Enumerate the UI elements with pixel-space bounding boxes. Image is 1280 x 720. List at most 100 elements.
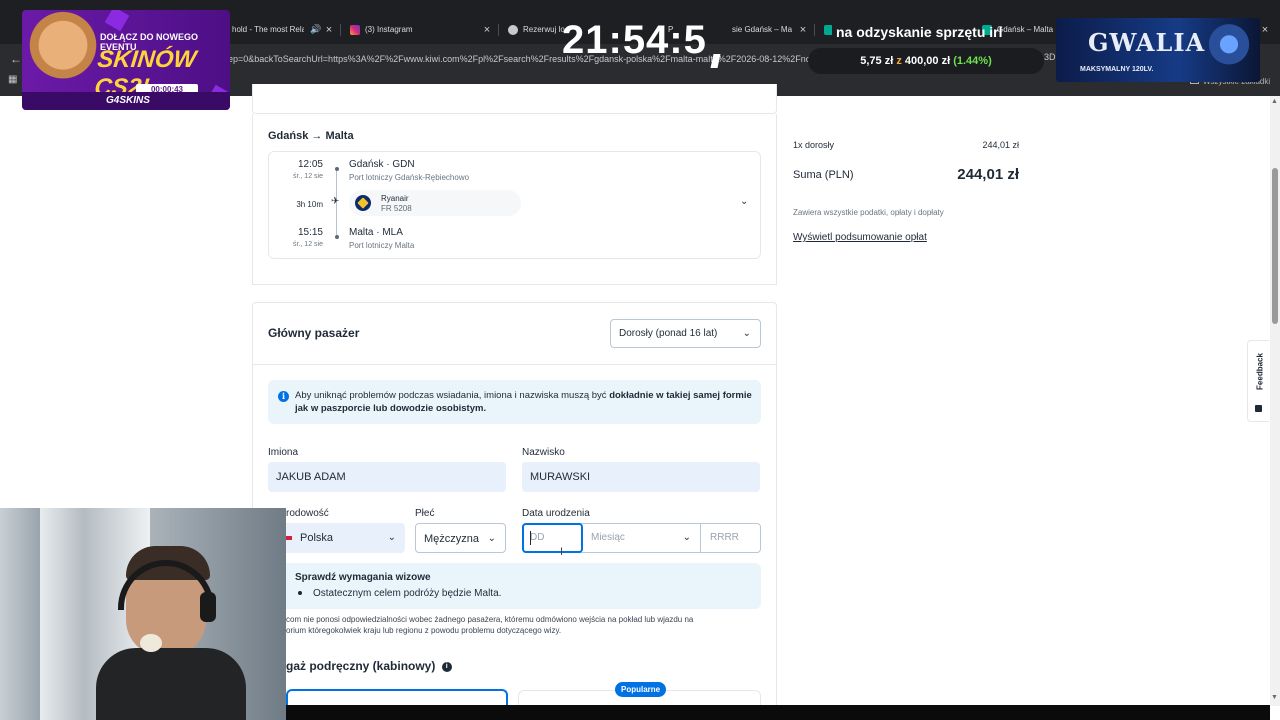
chevron-down-icon: ⌄ (487, 533, 496, 544)
tab-instagram[interactable]: (3) Instagram (350, 18, 470, 42)
donation-current: 5,75 zł (860, 55, 894, 67)
taxes-note: Zawiera wszystkie podatki, opłaty i dopł… (793, 208, 944, 217)
first-name-value: JAKUB ADAM (276, 471, 346, 483)
gender-value: Mężczyzna (424, 533, 480, 545)
dob-month-select[interactable]: Miesiąc ⌄ (583, 524, 701, 552)
tab-separator (814, 24, 815, 36)
text-caret (530, 531, 531, 545)
donation-progress: 5,75 zł z 400,00 zł (1.44%) (808, 48, 1044, 74)
total-label: Suma (PLN) (793, 169, 854, 181)
tab-title: Gdańsk – Malta (997, 25, 1054, 34)
bottom-black-bar (286, 705, 1270, 720)
flight-number: FR 5208 (381, 204, 412, 213)
globe-icon (508, 24, 518, 35)
flight-duration: 3h 10m (296, 200, 323, 209)
airline-chip: Ryanair FR 5208 (349, 190, 521, 216)
scrollbar-thumb[interactable] (1272, 168, 1278, 324)
chevron-down-icon: ⌄ (742, 328, 751, 339)
g4skins-promo-banner: DOŁĄCZ DO NOWEGO EVENTU SKINÓW CS2! 00:0… (22, 10, 230, 110)
poland-flag-icon (286, 536, 292, 541)
notice-text: Aby uniknąć problemów podczas wsiadania,… (295, 389, 755, 415)
tab-kiwi-small[interactable] (824, 18, 832, 42)
nationality-value: Polska (300, 532, 334, 544)
kiwi-icon (824, 24, 832, 35)
close-tab-icon[interactable]: × (481, 18, 493, 42)
ryanair-logo-icon (355, 195, 371, 211)
feedback-icon (1255, 405, 1262, 412)
card-border (776, 114, 777, 284)
plane-icon: ✈ (331, 196, 340, 207)
tab-title: hold - The most Rela (232, 25, 304, 34)
nationality-select[interactable]: Polska ⌄ (270, 523, 405, 553)
scroll-down-arrow-icon[interactable]: ▼ (1271, 694, 1278, 701)
total-price: 244,01 zł (957, 166, 1019, 183)
passenger-title: Główny pasażer (268, 326, 360, 340)
departure-date: śr., 12 sie (293, 173, 323, 180)
gwalia-title: GWALIA (1088, 28, 1206, 57)
dob-year-input[interactable]: RRRR (702, 524, 760, 552)
card-border (252, 284, 777, 285)
timeline-dot (335, 235, 339, 239)
route-title: Gdańsk → Malta (268, 130, 354, 142)
mouse-text-cursor-icon: I (560, 546, 564, 558)
chevron-down-icon: ⌄ (387, 532, 396, 543)
adult-price: 244,01 zł (982, 140, 1019, 150)
warrior-figure (1206, 24, 1252, 82)
last-name-label: Nazwisko (522, 447, 565, 458)
dob-day-placeholder: DD (530, 532, 545, 543)
promo-brand: G4SKINS (106, 95, 150, 106)
close-window-icon[interactable]: × (1259, 18, 1271, 42)
gwalia-subtitle: MAKSYMALNY 120LV. (1080, 66, 1154, 73)
dob-day-input[interactable]: DD (522, 523, 583, 553)
scroll-up-arrow-icon[interactable]: ▲ (1271, 98, 1278, 105)
card-border (252, 114, 253, 284)
dob-year-placeholder: RRRR (710, 532, 739, 543)
close-tab-icon[interactable]: × (323, 18, 335, 42)
notice-regular: Aby uniknąć problemów podczas wsiadania,… (295, 390, 610, 401)
arrival-date: śr., 12 sie (293, 241, 323, 248)
feedback-label: Feedback (1255, 353, 1265, 390)
food-item (140, 634, 162, 652)
tab-rezerwuj[interactable]: Rezerwuj lo (508, 18, 568, 42)
close-tab-icon[interactable]: × (797, 18, 809, 42)
bullet (298, 591, 302, 595)
baggage-title-text: gaż podręczny (kabinowy) (286, 659, 436, 673)
first-name-input[interactable]: JAKUB ADAM (268, 462, 506, 492)
person-torso (96, 648, 246, 720)
info-icon: i (441, 661, 452, 672)
dob-group: DD Miesiąc ⌄ RRRR (522, 523, 761, 553)
feedback-tab[interactable]: Feedback (1247, 340, 1269, 422)
departure-time: 12:05 (297, 159, 323, 170)
chevron-down-icon: ⌄ (682, 532, 691, 543)
popular-badge: Popularne (615, 682, 667, 697)
disclaimer-line2: orium któregokolwiek kraju lub regionu z… (286, 626, 562, 635)
passenger-type-select[interactable]: Dorosły (ponad 16 lat) ⌄ (610, 319, 761, 348)
name-notice: i Aby uniknąć problemów podczas wsiadani… (268, 380, 761, 424)
visa-title: Sprawdź wymagania wizowe (295, 572, 431, 583)
webcam-overlay (0, 508, 286, 720)
itinerary-card[interactable]: 12:05 śr., 12 sie Gdańsk · GDN Port lotn… (268, 151, 761, 259)
expand-itinerary-chevron-icon[interactable]: ⌄ (740, 196, 748, 207)
apps-grid-icon[interactable]: ▦ (8, 74, 17, 85)
last-name-input[interactable]: MURAWSKI (522, 462, 760, 492)
info-icon: i (278, 391, 289, 402)
instagram-icon (350, 24, 360, 35)
visa-item: Ostatecznym celem podróży będzie Malta. (313, 588, 502, 599)
arrival-time: 15:15 (297, 227, 323, 238)
donation-goal: 400,00 zł (904, 55, 951, 67)
fees-summary-link[interactable]: Wyświetl podsumowanie opłat (793, 232, 927, 243)
tab-title: sie Gdańsk – Ma (732, 25, 793, 34)
airline-name: Ryanair (381, 194, 409, 203)
tab-hold[interactable]: hold - The most Rela (232, 18, 304, 42)
tab-separator (340, 24, 341, 36)
donation-sep: z (896, 55, 902, 67)
speaker-icon: 🔊 (310, 24, 322, 34)
back-arrow-icon[interactable]: ← (10, 52, 22, 66)
gender-select[interactable]: Mężczyzna ⌄ (415, 523, 506, 553)
baggage-title: gaż podręczny (kabinowy) i (286, 659, 452, 673)
tab-gdansk-ma[interactable]: sie Gdańsk – Ma (732, 18, 794, 42)
tab-title: (3) Instagram (365, 25, 413, 34)
character-portrait (28, 10, 98, 98)
last-name-value: MURAWSKI (530, 471, 591, 483)
divider (252, 364, 777, 365)
